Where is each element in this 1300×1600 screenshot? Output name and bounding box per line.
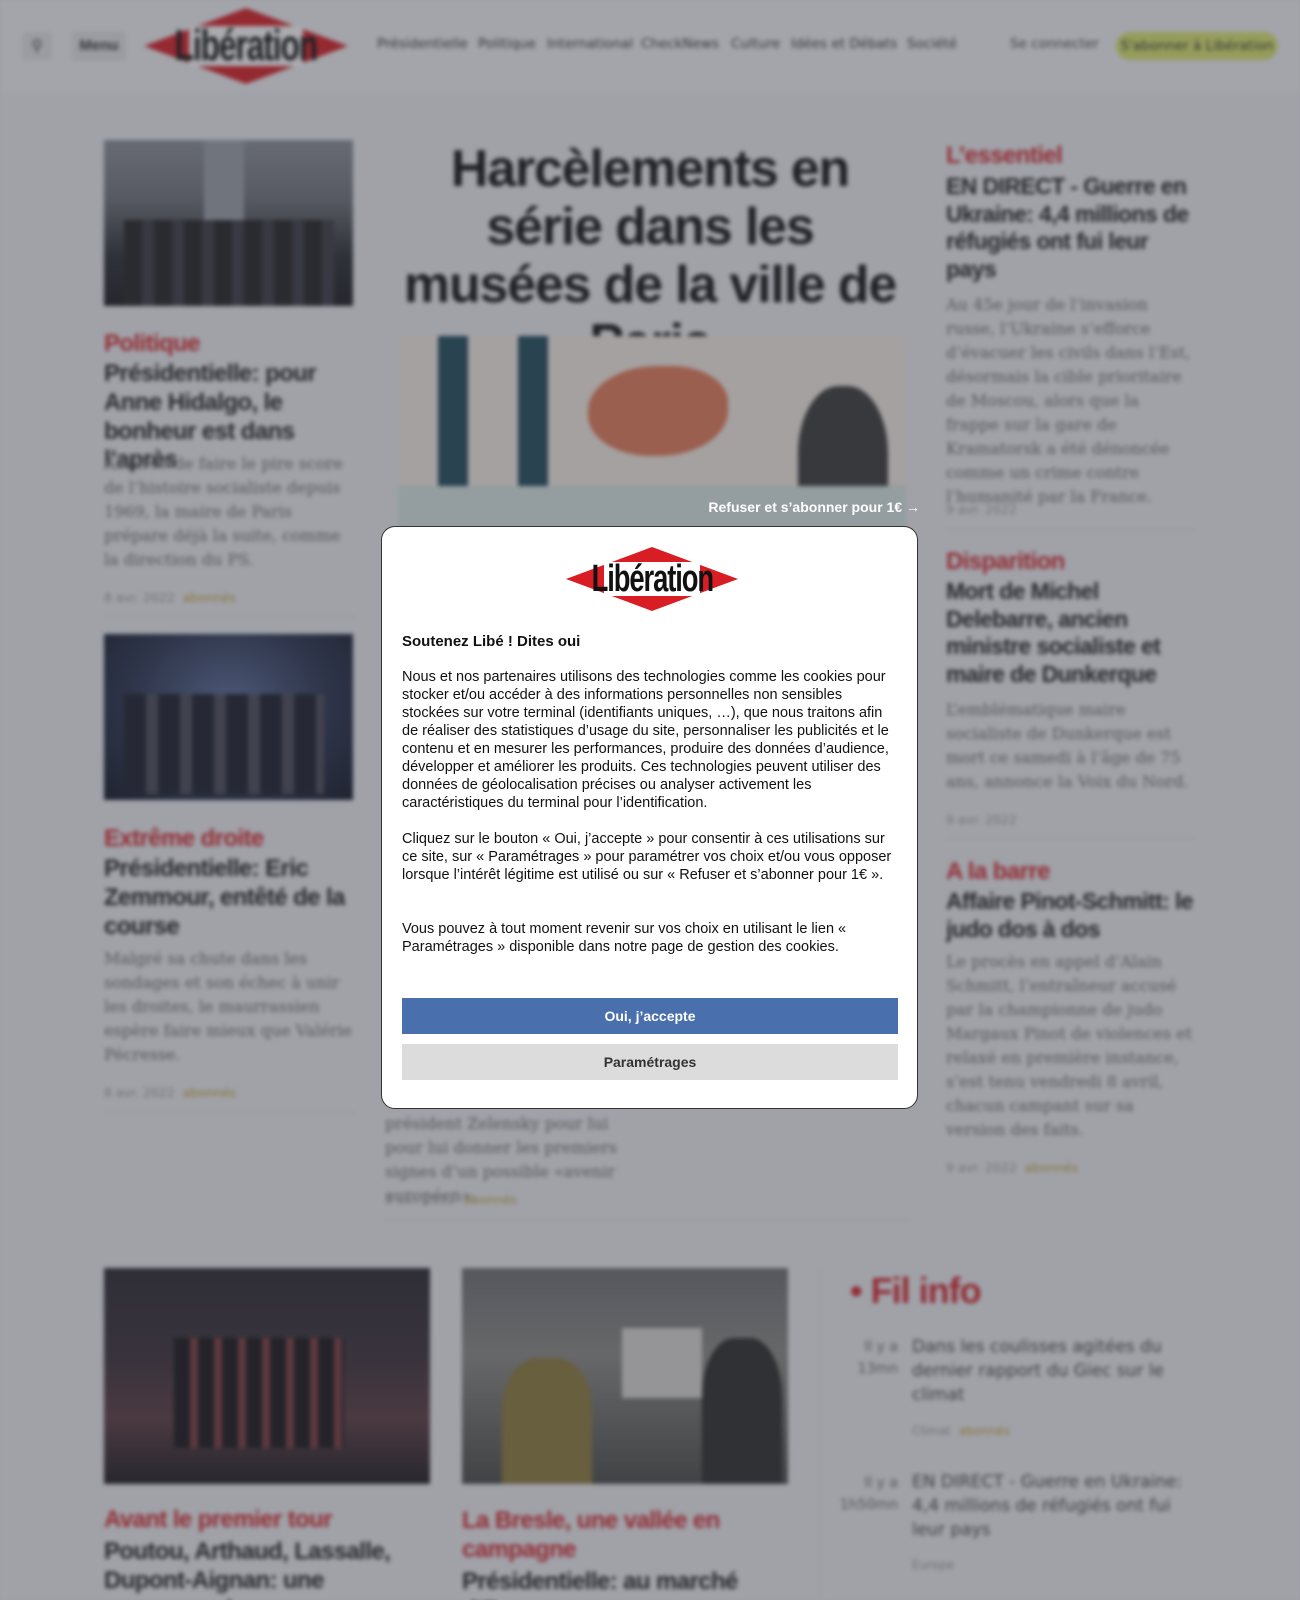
consent-dialog: Libération Soutenez Libé ! Dites oui Nou…	[381, 526, 918, 1109]
page: ⚲ Menu Libération Présidentielle Politiq…	[0, 0, 1300, 1600]
consent-title: Soutenez Libé ! Dites oui	[402, 633, 581, 650]
consent-paragraph-1: Nous et nos partenaires utilisons des te…	[402, 669, 889, 811]
refuse-and-subscribe-link[interactable]: Refuser et s’abonner pour 1€ →	[700, 499, 920, 515]
settings-button[interactable]: Paramétrages	[402, 1044, 898, 1080]
consent-paragraph-2: Cliquez sur le bouton « Oui, j’accepte »…	[402, 831, 892, 883]
consent-paragraph-3: Vous pouvez à tout moment revenir sur vo…	[402, 921, 847, 955]
consent-logo-text: Libération	[591, 557, 714, 600]
consent-logo: Libération	[566, 547, 738, 611]
accept-button[interactable]: Oui, j’accepte	[402, 998, 898, 1034]
